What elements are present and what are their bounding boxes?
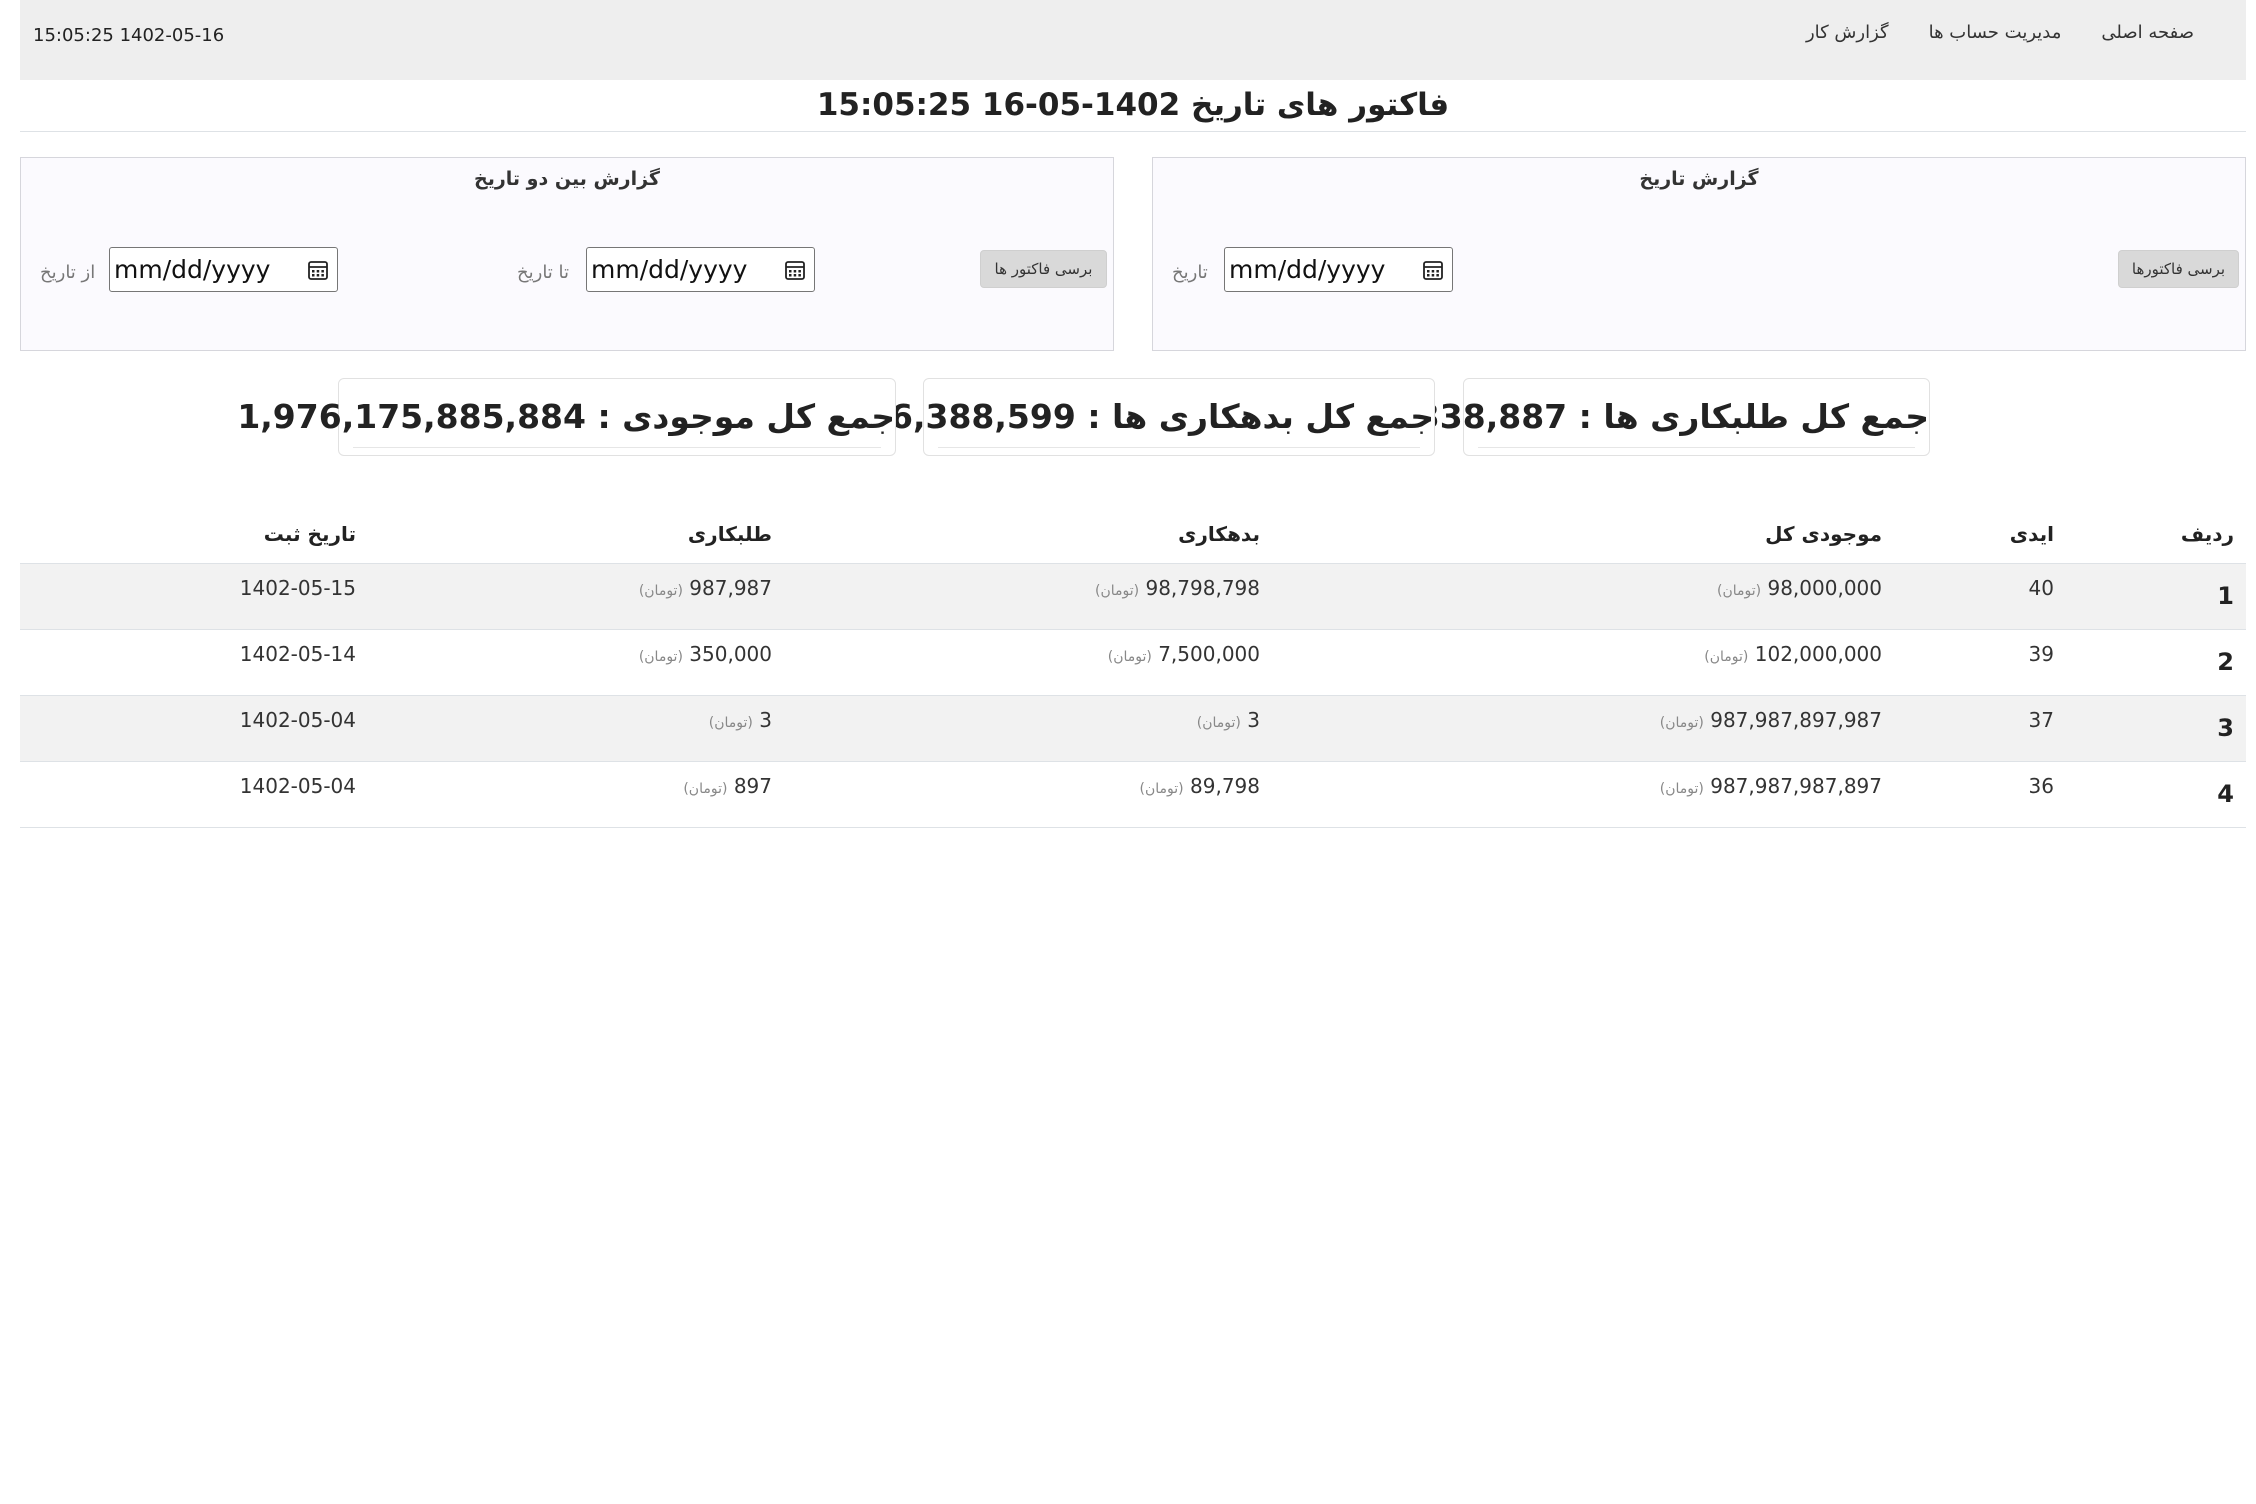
currency-unit: (تومان) xyxy=(1095,583,1140,599)
balance-value: 102,000,000 xyxy=(1754,642,1882,666)
debt-value: 3 xyxy=(1247,708,1260,732)
cell-balance: 102,000,000 (تومان) xyxy=(1704,642,1882,666)
currency-unit: (تومان) xyxy=(1717,583,1762,599)
cell-radif: 2 xyxy=(2217,648,2234,676)
from-date-input[interactable]: mm/dd/yyyy xyxy=(109,247,338,292)
currency-unit: (تومان) xyxy=(638,649,683,665)
total-credits-card: جمع کل طلبکاری ها : 1,338,887 xyxy=(1381,378,1930,456)
nav-link-home[interactable]: صفحه اصلی xyxy=(2101,22,2194,43)
currency-unit: (تومان) xyxy=(638,583,683,599)
cell-balance: 987,987,987,897 (تومان) xyxy=(1660,774,1882,798)
debt-value: 7,500,000 xyxy=(1158,642,1260,666)
cell-id: 37 xyxy=(2028,708,2054,732)
check-range-invoices-button[interactable]: برسی فاکتور ها xyxy=(980,250,1107,288)
report-date-input[interactable]: mm/dd/yyyy xyxy=(1224,247,1453,292)
header-credit: طلبکاری xyxy=(687,522,772,546)
currency-unit: (تومان) xyxy=(1704,649,1749,665)
from-date-placeholder: mm/dd/yyyy xyxy=(114,255,271,284)
date-report-panel: گزارش تاریخ برسی فاکتورها mm/dd/yyyy تار… xyxy=(1152,157,2246,351)
from-date-label: از تاریخ xyxy=(40,262,96,283)
debt-value: 98,798,798 xyxy=(1145,576,1260,600)
total-credits-text: جمع کل طلبکاری ها : 1,338,887 xyxy=(1381,397,1929,436)
cell-id: 39 xyxy=(2028,642,2054,666)
range-report-heading: گزارش بین دو تاریخ xyxy=(474,168,660,190)
cell-debt: 3 (تومان) xyxy=(1197,708,1260,732)
currency-unit: (تومان) xyxy=(1139,781,1184,797)
range-report-panel: گزارش بین دو تاریخ برسی فاکتور ها mm/dd/… xyxy=(20,157,1114,351)
cell-radif: 3 xyxy=(2217,714,2234,742)
to-date-input[interactable]: mm/dd/yyyy xyxy=(586,247,815,292)
nav-link-account-management[interactable]: مدیریت حساب ها xyxy=(1929,22,2062,43)
total-balance-text: جمع کل موجودی : 1,976,175,885,884 xyxy=(237,397,895,436)
cell-date: 1402-05-14 xyxy=(239,642,356,666)
calendar-icon[interactable] xyxy=(784,259,806,281)
cell-debt: 98,798,798 (تومان) xyxy=(1095,576,1260,600)
debt-value: 89,798 xyxy=(1190,774,1260,798)
credit-value: 987,987 xyxy=(689,576,772,600)
header-id: ایدی xyxy=(2009,522,2054,546)
cell-credit: 3 (تومان) xyxy=(709,708,772,732)
header-radif: ردیف xyxy=(2180,522,2234,546)
calendar-icon[interactable] xyxy=(307,259,329,281)
cell-id: 40 xyxy=(2028,576,2054,600)
credit-value: 897 xyxy=(733,774,772,798)
currency-unit: (تومان) xyxy=(1107,649,1152,665)
balance-value: 98,000,000 xyxy=(1767,576,1882,600)
top-navbar: صفحه اصلی مدیریت حساب ها گزارش کار 15:05… xyxy=(20,0,2246,80)
total-debts-card: جمع کل بدهکاری ها : 106,388,599 xyxy=(844,378,1435,456)
cell-credit: 987,987 (تومان) xyxy=(639,576,772,600)
cell-credit: 350,000 (تومان) xyxy=(639,642,772,666)
cell-date: 1402-05-04 xyxy=(239,708,356,732)
currency-unit: (تومان) xyxy=(708,715,753,731)
cell-credit: 897 (تومان) xyxy=(683,774,772,798)
header-date: تاریخ ثبت xyxy=(263,522,356,546)
nav-links: صفحه اصلی مدیریت حساب ها گزارش کار xyxy=(1806,0,2194,64)
credit-value: 3 xyxy=(759,708,772,732)
cell-debt: 7,500,000 (تومان) xyxy=(1108,642,1260,666)
credit-value: 350,000 xyxy=(689,642,772,666)
cell-id: 36 xyxy=(2028,774,2054,798)
cell-date: 1402-05-15 xyxy=(239,576,356,600)
currency-unit: (تومان) xyxy=(1196,715,1241,731)
cell-debt: 89,798 (تومان) xyxy=(1140,774,1260,798)
currency-unit: (تومان) xyxy=(1659,715,1704,731)
header-balance: موجودی کل xyxy=(1765,522,1882,546)
table-row: 1 40 98,000,000 (تومان) 98,798,798 (توما… xyxy=(20,564,2246,630)
invoices-table: ردیف ایدی موجودی کل بدهکاری طلبکاری تاری… xyxy=(20,500,2246,828)
cell-balance: 987,987,897,987 (تومان) xyxy=(1660,708,1882,732)
nav-clock: 15:05:25 1402-05-16 xyxy=(33,25,225,46)
table-row: 2 39 102,000,000 (تومان) 7,500,000 (توما… xyxy=(20,630,2246,696)
nav-link-work-report[interactable]: گزارش کار xyxy=(1806,22,1889,43)
date-report-heading: گزارش تاریخ xyxy=(1639,168,1759,190)
currency-unit: (تومان) xyxy=(683,781,728,797)
check-invoices-button[interactable]: برسی فاکتورها xyxy=(2118,250,2239,288)
cell-date: 1402-05-04 xyxy=(239,774,356,798)
balance-value: 987,987,897,987 xyxy=(1710,708,1882,732)
report-date-placeholder: mm/dd/yyyy xyxy=(1229,255,1386,284)
balance-value: 987,987,987,897 xyxy=(1710,774,1882,798)
calendar-icon[interactable] xyxy=(1422,259,1444,281)
to-date-label: تا تاریخ xyxy=(517,262,570,283)
table-header: ردیف ایدی موجودی کل بدهکاری طلبکاری تاری… xyxy=(20,500,2246,564)
table-row: 4 36 987,987,987,897 (تومان) 89,798 (توم… xyxy=(20,762,2246,828)
total-debts-text: جمع کل بدهکاری ها : 106,388,599 xyxy=(844,397,1434,436)
cell-radif: 1 xyxy=(2217,582,2234,610)
cell-radif: 4 xyxy=(2217,780,2234,808)
table-row: 3 37 987,987,897,987 (تومان) 3 (تومان) 3… xyxy=(20,696,2246,762)
header-debt: بدهکاری xyxy=(1178,522,1260,546)
page-title: فاکتور های تاریخ 1402-05-16 15:05:25 xyxy=(20,80,2246,132)
to-date-placeholder: mm/dd/yyyy xyxy=(591,255,748,284)
currency-unit: (تومان) xyxy=(1659,781,1704,797)
page-title-text: فاکتور های تاریخ 1402-05-16 15:05:25 xyxy=(816,87,1450,123)
total-balance-card: جمع کل موجودی : 1,976,175,885,884 xyxy=(237,378,896,456)
totals-row: جمع کل طلبکاری ها : 1,338,887 جمع کل بده… xyxy=(237,378,1930,456)
cell-balance: 98,000,000 (تومان) xyxy=(1717,576,1882,600)
report-date-label: تاریخ xyxy=(1172,262,1208,283)
